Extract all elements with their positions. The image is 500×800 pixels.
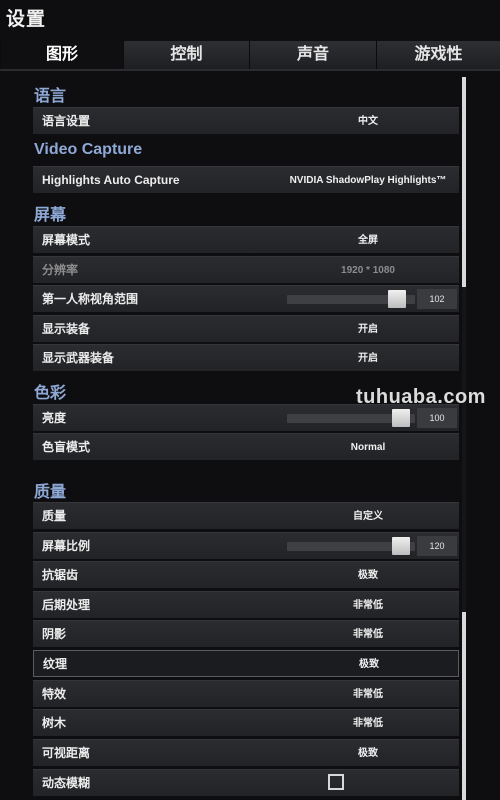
tab-gameplay[interactable]: 游戏性 (376, 41, 500, 69)
setting-label: 纹理 (43, 657, 68, 671)
setting-row-show-equipment[interactable]: 显示装备 开启 (33, 315, 459, 342)
motion-blur-checkbox[interactable] (328, 774, 344, 790)
slider-thumb[interactable] (392, 537, 410, 555)
setting-label: 树木 (42, 716, 67, 730)
setting-value: 1920 * 1080 (341, 265, 395, 276)
section-screen: 屏幕 (34, 207, 67, 224)
slider-thumb[interactable] (388, 290, 406, 308)
slider-thumb[interactable] (392, 409, 410, 427)
setting-value[interactable]: 极致 (234, 651, 500, 678)
scrollbar-thumb[interactable] (462, 77, 466, 287)
setting-value[interactable]: 非常低 (233, 681, 500, 708)
setting-label: 分辨率 (42, 263, 79, 277)
setting-label: 显示装备 (42, 322, 91, 336)
setting-label: 亮度 (42, 411, 67, 425)
setting-label: 屏幕比例 (42, 539, 91, 553)
setting-row-motion-blur[interactable]: 动态模糊 (33, 769, 459, 796)
section-language: 语言 (34, 88, 67, 105)
setting-value[interactable]: 非常低 (233, 710, 500, 737)
tab-graphics[interactable]: 图形 (0, 41, 123, 69)
setting-label: 特效 (42, 687, 67, 701)
fov-slider[interactable] (287, 290, 415, 308)
setting-row-screen-scale[interactable]: 屏幕比例 120 (33, 532, 459, 559)
fov-value-box[interactable]: 102 (417, 289, 457, 309)
setting-row-resolution: 分辨率 1920 * 1080 (33, 256, 459, 283)
setting-value[interactable]: 开启 (233, 345, 500, 372)
setting-label: 抗锯齿 (42, 568, 79, 582)
setting-value[interactable]: 全屏 (233, 227, 500, 254)
tab-bar: 图形 控制 声音 游戏性 (0, 41, 500, 69)
setting-value[interactable]: 自定义 (233, 503, 500, 530)
setting-row-foliage[interactable]: 树木 非常低 (33, 709, 459, 736)
section-color: 色彩 (34, 385, 67, 402)
brightness-slider[interactable] (287, 409, 415, 427)
section-video-capture: Video Capture (34, 141, 143, 158)
setting-row-textures[interactable]: 纹理 极致 (33, 650, 459, 677)
screen-scale-slider[interactable] (287, 537, 415, 555)
setting-value[interactable]: NVIDIA ShadowPlay Highlights™ (233, 167, 500, 194)
setting-label: 后期处理 (42, 598, 91, 612)
tab-sound[interactable]: 声音 (249, 41, 376, 69)
page-title: 设置 (6, 9, 47, 30)
setting-row-anti-aliasing[interactable]: 抗锯齿 极致 (33, 561, 459, 588)
screen-scale-value-box[interactable]: 120 (417, 536, 457, 556)
setting-label: 可视距离 (42, 746, 91, 760)
setting-label: 显示武器装备 (42, 351, 115, 365)
setting-label: 阴影 (42, 627, 67, 641)
brightness-value-box[interactable]: 100 (417, 408, 457, 428)
tab-controls[interactable]: 控制 (123, 41, 249, 69)
setting-row-quality[interactable]: 质量 自定义 (33, 502, 459, 529)
setting-value[interactable]: 非常低 (233, 621, 500, 648)
setting-row-language[interactable]: 语言设置 中文 (33, 107, 459, 134)
setting-label: Highlights Auto Capture (42, 173, 180, 187)
setting-row-show-weapon-equipment[interactable]: 显示武器装备 开启 (33, 344, 459, 371)
setting-label: 质量 (42, 509, 67, 523)
setting-value[interactable]: Normal (233, 434, 500, 461)
setting-row-fov[interactable]: 第一人称视角范围 102 (33, 285, 459, 312)
setting-value[interactable]: 非常低 (233, 592, 500, 619)
setting-row-colorblind-mode[interactable]: 色盲模式 Normal (33, 433, 459, 460)
setting-value[interactable]: 极致 (233, 740, 500, 767)
setting-value[interactable]: 极致 (233, 562, 500, 589)
setting-label: 动态模糊 (42, 776, 91, 790)
setting-row-highlights-auto-capture[interactable]: Highlights Auto Capture NVIDIA ShadowPla… (33, 166, 459, 193)
setting-row-view-distance[interactable]: 可视距离 极致 (33, 739, 459, 766)
setting-row-post-processing[interactable]: 后期处理 非常低 (33, 591, 459, 618)
watermark: tuhuaba.com (356, 386, 486, 408)
setting-label: 色盲模式 (42, 440, 91, 454)
setting-row-effects[interactable]: 特效 非常低 (33, 680, 459, 707)
setting-label: 屏幕模式 (42, 233, 91, 247)
tab-divider (0, 69, 500, 71)
setting-value[interactable]: 中文 (233, 108, 500, 135)
setting-label: 第一人称视角范围 (42, 292, 139, 306)
setting-label: 语言设置 (42, 114, 91, 128)
setting-value[interactable]: 开启 (233, 316, 500, 343)
scrollbar-thumb-lower[interactable] (462, 612, 466, 800)
section-quality: 质量 (34, 484, 67, 501)
setting-row-screen-mode[interactable]: 屏幕模式 全屏 (33, 226, 459, 253)
setting-row-shadows[interactable]: 阴影 非常低 (33, 620, 459, 647)
